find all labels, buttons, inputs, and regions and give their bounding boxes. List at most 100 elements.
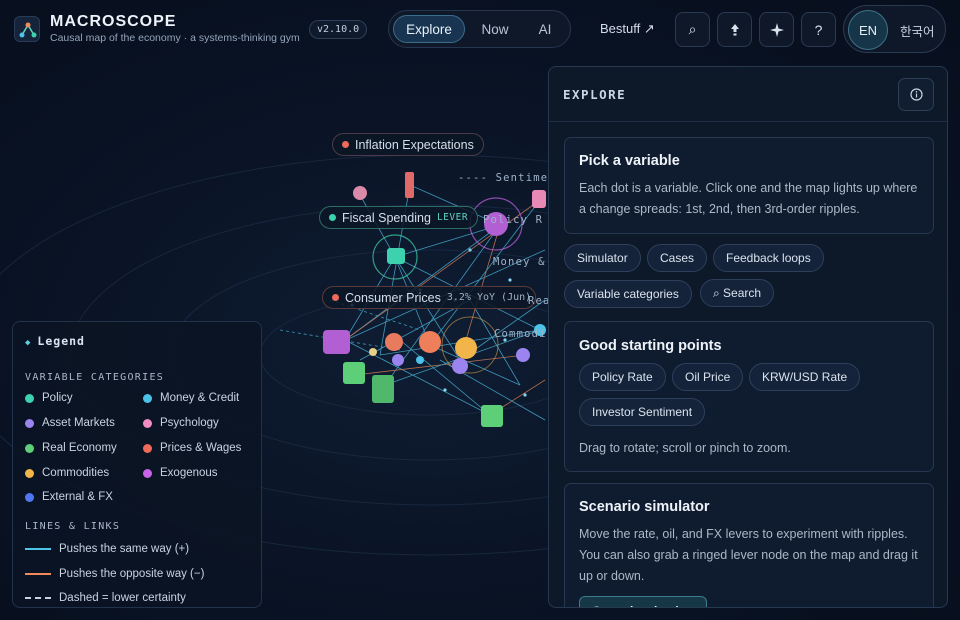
node-label-fiscal-spending[interactable]: Fiscal Spending LEVER	[319, 206, 479, 229]
category-dot	[143, 468, 152, 478]
node-exogenous-box	[323, 330, 350, 354]
legend-category: Commodities	[25, 467, 109, 479]
legend-category-label: Prices & Wages	[160, 442, 242, 454]
info-icon	[909, 88, 923, 101]
investor-sentiment-chip[interactable]: Investor Sentiment	[579, 398, 706, 426]
legend-category: Policy	[25, 392, 73, 404]
krw-usd-rate-chip[interactable]: KRW/USD Rate	[749, 363, 861, 391]
mode-switch: Explore Now AI	[388, 10, 571, 48]
node-commodity-a	[455, 337, 477, 359]
line-swatch	[25, 573, 51, 575]
legend-category: Exogenous	[143, 467, 218, 479]
info-button[interactable]	[898, 78, 934, 111]
legend-title: ◆ Legend	[25, 334, 85, 348]
node-sentiment	[532, 190, 546, 208]
card-text: Move the rate, oil, and FX levers to exp…	[579, 527, 918, 583]
legend-lines-header: LINES & LINKS	[25, 521, 121, 532]
map-text-policy: Policy R	[483, 214, 544, 226]
legend-category: Money & Credit	[143, 392, 239, 404]
cases-chip[interactable]: Cases	[647, 244, 708, 272]
legend-category: Psychology	[143, 417, 219, 429]
legend-category-label: Real Economy	[42, 442, 117, 454]
diamond-icon: ◆	[25, 338, 32, 348]
node-prices-b	[419, 331, 441, 353]
legend-category-label: Policy	[42, 392, 73, 404]
legend-title-text: Legend	[37, 334, 85, 348]
legend-categories-header: VARIABLE CATEGORIES	[25, 372, 165, 383]
language-en-button[interactable]: EN	[848, 10, 888, 50]
node-money-b	[416, 356, 424, 364]
node-real-econ-a	[343, 362, 365, 384]
bestuff-link[interactable]: Bestuff ↗	[600, 21, 655, 37]
sparkle-button[interactable]	[759, 12, 794, 47]
node-label-consumer-prices[interactable]: Consumer Prices 3.2% YoY (Jun)	[322, 286, 537, 309]
card-title: Good starting points	[579, 338, 722, 354]
legend-line-dashed: Dashed = lower certainty	[25, 592, 186, 604]
node-label-inflation-expectations[interactable]: Inflation Expectations	[332, 133, 484, 156]
map-text-money: Money &	[493, 256, 546, 268]
category-dot	[332, 294, 339, 301]
version-badge: v2.10.0	[309, 20, 368, 39]
legend-panel: ◆ Legend VARIABLE CATEGORIES Policy Money…	[12, 321, 262, 608]
lever-tag: LEVER	[436, 212, 469, 223]
card-title: Pick a variable	[579, 153, 680, 169]
language-ko-button[interactable]: 한국어	[900, 21, 935, 40]
card-text: Each dot is a variable. Click one and th…	[579, 181, 918, 216]
network-logo-icon	[19, 22, 37, 38]
category-dot	[143, 443, 152, 453]
category-dot	[143, 418, 152, 428]
node-asset-b	[516, 348, 530, 362]
share-button[interactable]	[717, 12, 752, 47]
category-dot	[25, 418, 34, 428]
mode-explore-button[interactable]: Explore	[393, 15, 465, 43]
app-subtitle: Causal map of the economy · a systems-th…	[50, 32, 300, 44]
search-icon: ⌕	[688, 21, 697, 37]
node-prices-tower	[405, 172, 414, 198]
search-button[interactable]: ⌕	[675, 12, 710, 47]
variable-categories-chip[interactable]: Variable categories	[564, 280, 692, 308]
node-label-text: Inflation Expectations	[355, 137, 474, 152]
node-real-econ-b	[372, 375, 394, 403]
top-bar: MACROSCOPE Causal map of the economy · a…	[0, 0, 960, 60]
card-hint: Drag to rotate; scroll or pinch to zoom.	[579, 441, 791, 455]
help-button[interactable]: ?	[801, 12, 836, 47]
search-chip[interactable]: ⌕ Search	[700, 279, 775, 307]
category-dot	[143, 393, 152, 403]
node-policy-lever	[387, 248, 405, 264]
pick-variable-card: Pick a variable Each dot is a variable. …	[564, 137, 934, 234]
open-simulator-button[interactable]: Open the simulator	[579, 596, 707, 607]
starting-points-card: Good starting points Policy Rate Oil Pri…	[564, 321, 934, 472]
category-dot	[25, 492, 34, 502]
category-dot	[25, 443, 34, 453]
line-swatch	[25, 548, 51, 550]
node-label-value: 3.2% YoY (Jun)	[446, 292, 532, 303]
mode-ai-button[interactable]: AI	[523, 15, 567, 43]
simulator-chip[interactable]: Simulator	[564, 244, 641, 272]
legend-category: Real Economy	[25, 442, 117, 454]
panel-title: EXPLORE	[563, 87, 627, 102]
legend-category-label: Psychology	[160, 417, 219, 429]
node-label-text: Consumer Prices	[345, 290, 441, 305]
share-icon	[730, 23, 739, 35]
node-label-text: Fiscal Spending	[342, 210, 431, 225]
node-psych-b	[369, 348, 377, 356]
help-icon: ?	[814, 21, 823, 38]
node-asset-c	[392, 354, 404, 366]
legend-line-label: Pushes the opposite way (−)	[59, 568, 205, 580]
line-swatch	[25, 597, 51, 599]
legend-category: Prices & Wages	[143, 442, 241, 454]
policy-rate-chip[interactable]: Policy Rate	[579, 363, 666, 391]
legend-line-label: Dashed = lower certainty	[59, 592, 186, 604]
category-dot	[342, 141, 349, 148]
node-prices-a	[385, 333, 403, 351]
feedback-loops-chip[interactable]: Feedback loops	[713, 244, 824, 272]
scenario-simulator-card: Scenario simulator Move the rate, oil, a…	[564, 483, 934, 607]
language-switch: EN 한국어	[843, 5, 946, 53]
map-text-commodity: Commodi	[494, 328, 547, 340]
legend-category: Asset Markets	[25, 417, 115, 429]
oil-price-chip[interactable]: Oil Price	[672, 363, 744, 391]
explore-panel-header: EXPLORE	[549, 67, 947, 122]
legend-category-label: External & FX	[42, 491, 113, 503]
mode-now-button[interactable]: Now	[471, 15, 519, 43]
node-real-econ-c	[481, 405, 503, 427]
